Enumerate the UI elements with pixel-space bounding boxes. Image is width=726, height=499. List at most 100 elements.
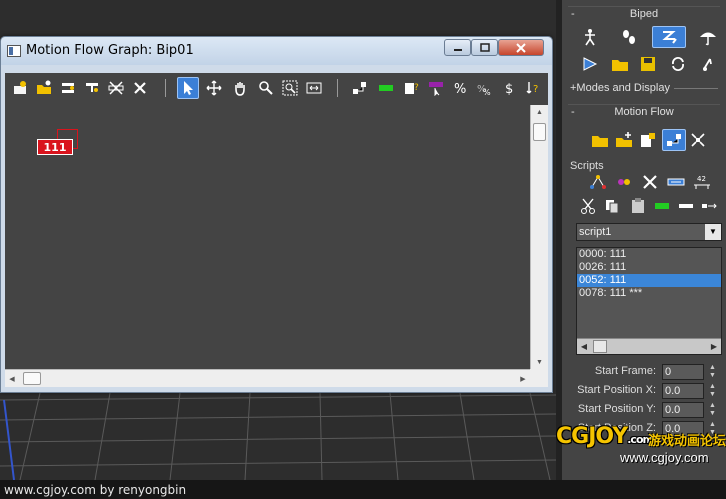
start-position-x-input[interactable]: 0.0 bbox=[662, 383, 704, 399]
script-cost-button[interactable]: $ bbox=[499, 77, 521, 99]
add-to-script-button[interactable] bbox=[612, 171, 636, 193]
insert-clip-button[interactable] bbox=[57, 77, 79, 99]
motion-flow-mode-button[interactable] bbox=[652, 26, 686, 48]
create-clip-button[interactable] bbox=[9, 77, 31, 99]
spinner-icon[interactable]: ▲ ▼ bbox=[707, 402, 718, 418]
delete-button[interactable] bbox=[129, 77, 151, 99]
motion-flow-rollout-title: Motion Flow bbox=[614, 106, 674, 118]
scroll-up-icon[interactable]: ▲ bbox=[531, 105, 548, 119]
scrollbar-corner bbox=[530, 369, 548, 387]
scissors-icon bbox=[581, 198, 595, 214]
scroll-left-icon[interactable]: ◀ bbox=[5, 370, 19, 387]
mixer-mode-button[interactable] bbox=[696, 26, 720, 48]
script-dropdown[interactable]: script1 ▼ bbox=[576, 223, 722, 241]
delete-script-button[interactable] bbox=[638, 171, 662, 193]
spinner-icon[interactable]: ▲ ▼ bbox=[707, 383, 718, 399]
modes-display-label: +Modes and Display bbox=[570, 82, 670, 94]
graph-toolbar: ? % %% $ ? bbox=[5, 73, 548, 105]
start-frame-label: Start Frame: bbox=[594, 365, 656, 377]
zoom-tool-button[interactable] bbox=[255, 77, 277, 99]
scroll-down-icon[interactable]: ▼ bbox=[531, 355, 548, 369]
graph-icon bbox=[667, 134, 681, 146]
close-button[interactable] bbox=[498, 39, 544, 56]
transition-clip-button[interactable] bbox=[698, 195, 722, 217]
clip-properties-button[interactable]: ? bbox=[401, 77, 423, 99]
pan-tool-button[interactable] bbox=[229, 77, 251, 99]
list-item[interactable]: 0000: 111 bbox=[577, 248, 721, 261]
chevron-down-icon[interactable]: ▼ bbox=[705, 224, 721, 240]
set-frame-button[interactable]: 42 bbox=[690, 171, 714, 193]
add-script-icon bbox=[618, 179, 630, 185]
clip-color-panel-button[interactable] bbox=[650, 195, 674, 217]
horizontal-scrollbar[interactable]: ◀ ▶ bbox=[5, 369, 530, 387]
convert-button[interactable] bbox=[666, 53, 690, 75]
move-arrows-icon bbox=[206, 80, 222, 96]
show-graph-button[interactable] bbox=[349, 77, 371, 99]
show-graph-panel-button[interactable] bbox=[662, 129, 686, 151]
list-item[interactable]: 0052: 111 bbox=[577, 274, 721, 287]
footstep-mode-button[interactable] bbox=[617, 26, 641, 48]
select-tool-button[interactable] bbox=[177, 77, 199, 99]
window-titlebar[interactable]: Motion Flow Graph: Bip01 bbox=[1, 37, 552, 65]
save-mfe-button[interactable] bbox=[636, 129, 660, 151]
footer-credit: www.cgjoy.com by renyongbin bbox=[4, 483, 187, 497]
svg-text:?: ? bbox=[414, 83, 419, 93]
scroll-right-icon[interactable]: ▶ bbox=[707, 339, 721, 354]
random-transition-button[interactable]: %% bbox=[473, 77, 495, 99]
minimize-button[interactable] bbox=[444, 39, 471, 56]
save-file-button[interactable] bbox=[636, 53, 660, 75]
define-script-button[interactable] bbox=[586, 171, 610, 193]
list-horizontal-scrollbar[interactable]: ◀ ▶ bbox=[577, 338, 721, 354]
percent-button[interactable]: % bbox=[449, 77, 471, 99]
move-all-mode-button[interactable] bbox=[696, 53, 720, 75]
footer-bar: www.cgjoy.com by renyongbin bbox=[0, 480, 726, 499]
transition-properties-button[interactable]: ? bbox=[523, 77, 545, 99]
scroll-thumb[interactable] bbox=[593, 340, 607, 353]
insert-script-icon bbox=[667, 178, 685, 186]
create-transition-button[interactable] bbox=[81, 77, 103, 99]
load-file-button[interactable] bbox=[608, 53, 632, 75]
motion-flow-rollout-header[interactable]: - Motion Flow bbox=[568, 104, 720, 120]
create-clip-icon bbox=[14, 81, 26, 94]
scroll-thumb[interactable] bbox=[533, 123, 546, 141]
white-clip-button[interactable] bbox=[674, 195, 698, 217]
move-tool-button[interactable] bbox=[203, 77, 225, 99]
select-random-button[interactable] bbox=[425, 77, 447, 99]
script-list[interactable]: 0000: 111 0026: 111 0052: 111 0078: 111 … bbox=[576, 247, 722, 355]
copy-script-button[interactable] bbox=[600, 195, 624, 217]
vertical-scrollbar[interactable]: ▲ ▼ bbox=[530, 105, 548, 369]
zoom-region-button[interactable] bbox=[279, 77, 301, 99]
clip-color-button[interactable] bbox=[375, 77, 397, 99]
modes-display-rollout[interactable]: +Modes and Display bbox=[570, 82, 720, 94]
umbrella-icon bbox=[700, 32, 716, 46]
rollout-collapse-icon: - bbox=[571, 8, 575, 20]
maximize-button[interactable] bbox=[471, 39, 498, 56]
frame-all-button[interactable] bbox=[303, 77, 325, 99]
create-multiple-clips-button[interactable] bbox=[33, 77, 55, 99]
paste-script-button[interactable] bbox=[626, 195, 650, 217]
cut-script-button[interactable] bbox=[576, 195, 600, 217]
scroll-right-icon[interactable]: ▶ bbox=[516, 370, 530, 387]
start-position-y-input[interactable]: 0.0 bbox=[662, 402, 704, 418]
create-all-transitions-button[interactable] bbox=[105, 77, 127, 99]
shared-motion-flow-button[interactable] bbox=[686, 129, 710, 151]
insert-script-button[interactable] bbox=[664, 171, 688, 193]
clip-node[interactable]: 111 bbox=[37, 139, 73, 155]
toolbar-separator bbox=[165, 79, 166, 97]
open-folder-icon bbox=[592, 136, 608, 147]
figure-mode-button[interactable] bbox=[578, 26, 602, 48]
list-item[interactable]: 0026: 111 bbox=[577, 261, 721, 274]
start-frame-input[interactable]: 0 bbox=[662, 364, 704, 380]
load-mfe-button[interactable] bbox=[588, 129, 612, 151]
window-app-icon bbox=[7, 45, 21, 57]
graph-canvas[interactable]: 111 bbox=[5, 105, 530, 369]
delete-x-icon bbox=[643, 175, 657, 189]
scroll-left-icon[interactable]: ◀ bbox=[577, 339, 591, 354]
list-item[interactable]: 0078: 111 *** bbox=[577, 287, 721, 300]
play-biped-button[interactable] bbox=[578, 53, 602, 75]
scroll-thumb[interactable] bbox=[23, 372, 41, 385]
append-mfe-button[interactable] bbox=[612, 129, 636, 151]
spinner-icon[interactable]: ▲ ▼ bbox=[707, 364, 718, 380]
biped-rollout-header[interactable]: - Biped bbox=[568, 6, 720, 22]
green-bar-icon bbox=[655, 203, 669, 209]
